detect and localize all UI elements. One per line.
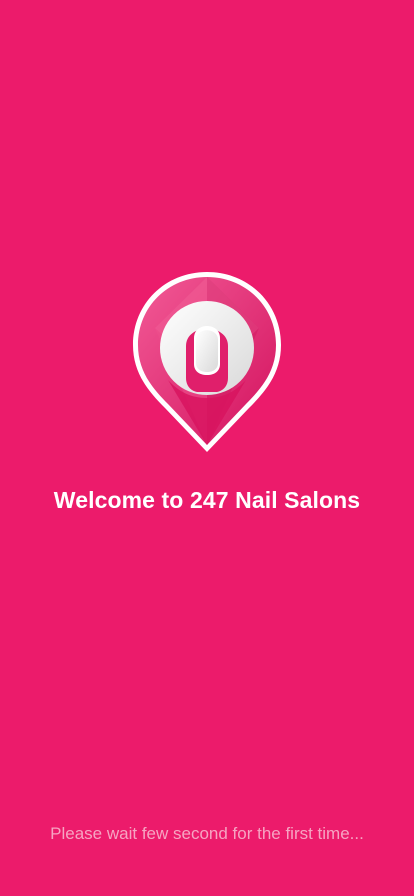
loading-note: Please wait few second for the first tim…: [50, 824, 364, 843]
nail-location-pin-icon: [133, 272, 281, 452]
welcome-title: Welcome to 247 Nail Salons: [53, 487, 361, 513]
app-logo: [127, 268, 287, 458]
splash-screen: Welcome to 247 Nail Salons Please wait f…: [0, 0, 414, 896]
